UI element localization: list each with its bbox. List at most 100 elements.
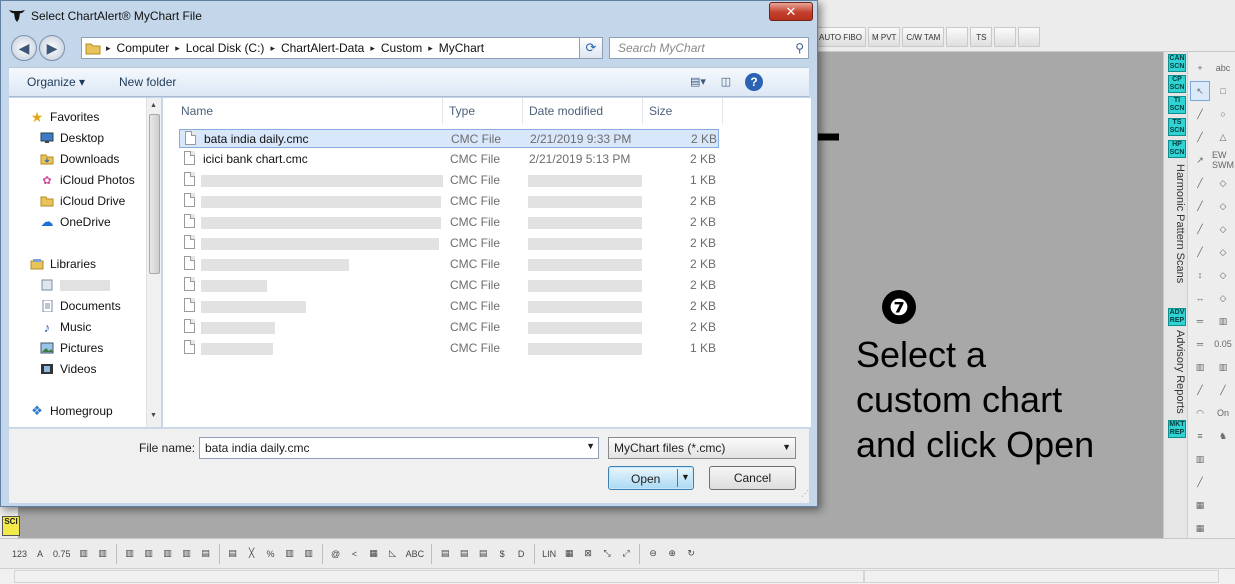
breadcrumb-local-disk[interactable]: Local Disk (C:) [182, 41, 269, 55]
bottom-toolbar-button[interactable]: 0.75 [51, 543, 73, 565]
drawing-tool-button[interactable]: EW SWM [1212, 150, 1234, 170]
file-row[interactable]: icici bank chart.cmc CMC File 2/21/2019 5:… [179, 150, 719, 169]
bottom-toolbar-button[interactable]: < [347, 543, 363, 565]
file-row[interactable]: CMC File 2 KB [179, 255, 719, 274]
scan-button-hp[interactable]: HP SCN [1168, 140, 1186, 158]
scroll-up-icon[interactable]: ▲ [150, 102, 157, 109]
bottom-toolbar-button[interactable]: ▤ [437, 543, 453, 565]
file-row[interactable]: CMC File 1 KB [179, 171, 719, 190]
drawing-tool-button[interactable]: ↗ [1190, 150, 1210, 170]
top-toolbar-button[interactable] [994, 27, 1017, 47]
nav-libraries[interactable]: Libraries [29, 255, 96, 273]
file-row[interactable]: CMC File 2 KB [179, 318, 719, 337]
open-button[interactable]: Open ▼ [608, 466, 694, 490]
drawing-tool-button[interactable]: ↔ [1190, 288, 1210, 308]
chevron-down-icon[interactable]: ▼ [681, 472, 690, 482]
nav-downloads[interactable]: Downloads [39, 150, 119, 168]
harmonic-scans-label[interactable]: Harmonic Pattern Scans [1168, 164, 1186, 283]
drawing-tool-button[interactable]: ♞ [1213, 426, 1233, 446]
nav-documents[interactable]: Documents [39, 297, 121, 315]
top-toolbar-button[interactable]: TS [970, 27, 993, 47]
scroll-thumb[interactable] [149, 114, 160, 274]
drawing-tool-button[interactable]: ╱ [1190, 472, 1210, 492]
chevron-down-icon[interactable]: ▼ [782, 442, 791, 452]
address-bar[interactable]: ▸ Computer ▸ Local Disk (C:) ▸ ChartAler… [81, 37, 601, 59]
breadcrumb-mychart[interactable]: MyChart [435, 41, 488, 55]
view-options-icon[interactable]: ▤▾ [689, 73, 707, 91]
file-type-select[interactable]: MyChart files (*.cmc) ▼ [608, 437, 796, 459]
drawing-tool-button[interactable]: ◇ [1213, 242, 1233, 262]
bottom-toolbar-button[interactable]: ▥ [95, 543, 111, 565]
bottom-toolbar-button[interactable]: ▤ [456, 543, 472, 565]
bottom-toolbar-button[interactable]: ◺ [385, 543, 401, 565]
bottom-toolbar-button[interactable]: ABC [404, 543, 427, 565]
bottom-toolbar-button[interactable]: ▥ [179, 543, 195, 565]
scan-button-ts[interactable]: TS SCN [1168, 118, 1186, 136]
drawing-tool-button[interactable]: ╱ [1213, 380, 1233, 400]
breadcrumb-custom[interactable]: Custom [377, 41, 426, 55]
bottom-toolbar-button[interactable]: ⊕ [664, 543, 680, 565]
advisory-reports-label[interactable]: Advisory Reports [1168, 330, 1186, 414]
chevron-right-icon[interactable]: ▸ [368, 43, 377, 54]
breadcrumb-chartalert-data[interactable]: ChartAlert-Data [277, 41, 368, 55]
nav-favorites[interactable]: ★ Favorites [29, 108, 100, 126]
bottom-toolbar-button[interactable]: $ [494, 543, 510, 565]
cancel-button[interactable]: Cancel [709, 466, 796, 490]
top-toolbar-button[interactable]: AUTO FIBO [815, 27, 866, 47]
scan-button-ti[interactable]: TI SCN [1168, 96, 1186, 114]
nav-icloud-photos[interactable]: ✿ iCloud Photos [39, 171, 134, 189]
drawing-tool-button[interactable]: On [1213, 403, 1233, 423]
search-input[interactable]: Search MyChart ⚲ [609, 37, 809, 59]
drawing-tool-button[interactable]: ▦ [1190, 495, 1210, 515]
drawing-tool-button[interactable]: abc [1213, 58, 1233, 78]
drawing-tool-button[interactable]: ↖ [1190, 81, 1210, 101]
column-header-size[interactable]: Size [643, 98, 723, 124]
drawing-tool-button[interactable]: ▥ [1190, 449, 1210, 469]
bottom-toolbar-button[interactable]: ╳ [244, 543, 260, 565]
search-icon[interactable]: ⚲ [795, 41, 804, 55]
bottom-toolbar-button[interactable]: 123 [10, 543, 29, 565]
new-folder-button[interactable]: New folder [119, 75, 176, 89]
file-row[interactable]: CMC File 1 KB [179, 339, 719, 358]
chevron-right-icon[interactable]: ▸ [173, 43, 182, 54]
bottom-toolbar-button[interactable]: ⤡ [599, 543, 615, 565]
nav-videos[interactable]: Videos [39, 360, 96, 378]
drawing-tool-button[interactable]: + [1190, 58, 1210, 78]
bottom-toolbar-button[interactable]: LIN [540, 543, 558, 565]
file-row[interactable]: CMC File 2 KB [179, 192, 719, 211]
file-row[interactable]: CMC File 2 KB [179, 276, 719, 295]
drawing-tool-button[interactable]: ≡ [1190, 426, 1210, 446]
drawing-tool-button[interactable]: ╱ [1190, 173, 1210, 193]
back-button[interactable]: ◀ [11, 35, 37, 61]
drawing-tool-button[interactable]: ▥ [1190, 357, 1210, 377]
bottom-toolbar-button[interactable]: ↻ [683, 543, 699, 565]
bottom-toolbar-button[interactable]: ▤ [225, 543, 241, 565]
close-button[interactable]: ✕ [769, 2, 813, 21]
drawing-tool-button[interactable]: ◇ [1213, 265, 1233, 285]
bottom-toolbar-button[interactable]: ▥ [282, 543, 298, 565]
top-toolbar-button[interactable]: C/W TAM [902, 27, 945, 47]
drawing-tool-button[interactable]: ═ [1190, 334, 1210, 354]
drawing-tool-button[interactable]: ╱ [1190, 380, 1210, 400]
drawing-tool-button[interactable]: ◠ [1190, 403, 1210, 423]
drawing-tool-button[interactable]: ↕ [1190, 265, 1210, 285]
bottom-toolbar-button[interactable]: ⊖ [645, 543, 661, 565]
nav-desktop[interactable]: Desktop [39, 129, 104, 147]
bottom-toolbar-button[interactable]: ▥ [76, 543, 92, 565]
column-header-name[interactable]: Name [175, 98, 443, 124]
forward-button[interactable]: ▶ [39, 35, 65, 61]
drawing-tool-button[interactable]: ╱ [1190, 242, 1210, 262]
nav-music[interactable]: ♪ Music [39, 318, 92, 336]
preview-pane-icon[interactable]: ◫ [717, 73, 735, 91]
bottom-toolbar-button[interactable]: ⊠ [580, 543, 596, 565]
bottom-toolbar-button[interactable]: ▤ [475, 543, 491, 565]
drawing-tool-button[interactable]: ◇ [1213, 288, 1233, 308]
report-button-mkt[interactable]: MKT REP [1168, 420, 1186, 438]
organize-button[interactable]: Organize ▾ [27, 75, 85, 89]
nav-onedrive[interactable]: ☁ OneDrive [39, 213, 111, 231]
breadcrumb-computer[interactable]: Computer [113, 41, 174, 55]
nav-pictures[interactable]: Pictures [39, 339, 103, 357]
nav-homegroup[interactable]: ❖ Homegroup [29, 402, 113, 420]
help-icon[interactable]: ? [745, 73, 763, 91]
drawing-tool-button[interactable]: ╱ [1190, 196, 1210, 216]
